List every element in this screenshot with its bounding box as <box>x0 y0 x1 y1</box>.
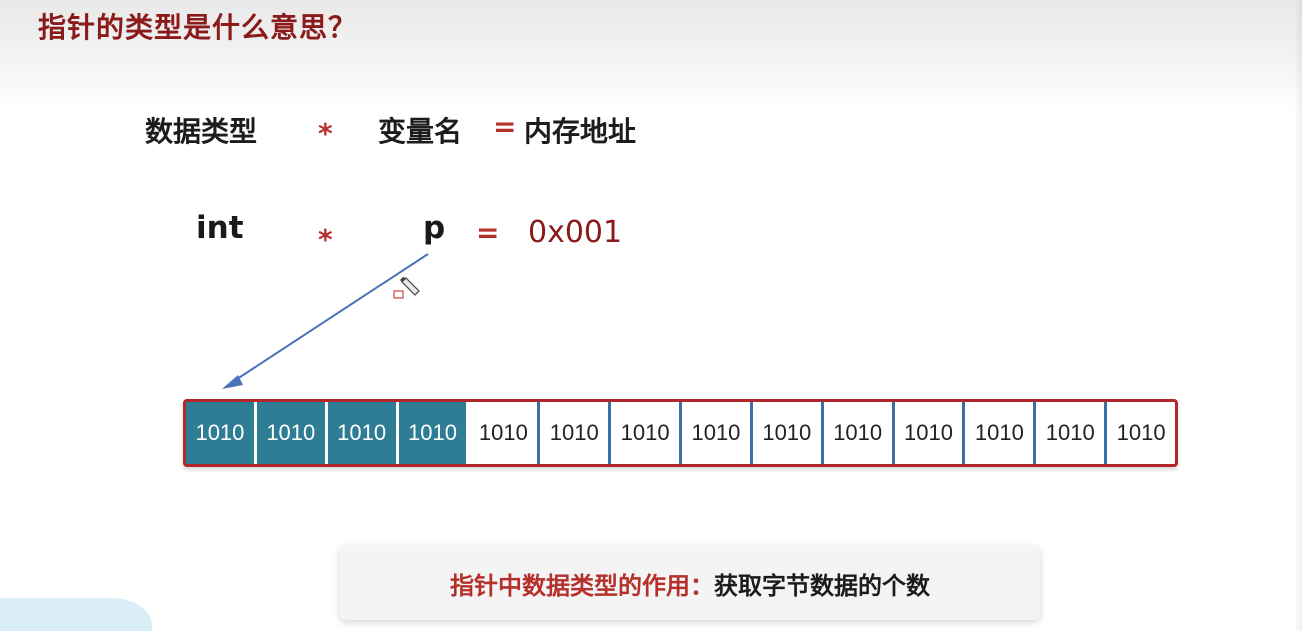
memory-bar: 1010 1010 1010 1010 1010 1010 1010 1010 1010 1010… <box>183 399 1178 467</box>
memory-cell: 1010 <box>256 402 328 464</box>
memory-cell: 1010 <box>753 402 824 464</box>
caption-box: 指针中数据类型的作用： 获取字节数据的个数 <box>340 546 1040 620</box>
memory-cell: 1010 <box>186 402 257 464</box>
memory-cell: 1010 <box>965 402 1037 464</box>
pointer-arrow <box>222 253 429 389</box>
memory-cell: 1010 <box>540 402 612 464</box>
memory-cell: 1010 <box>398 402 470 464</box>
memory-cell: 1010 <box>895 402 966 464</box>
memory-cell: 1010 <box>1116 420 1166 445</box>
memory-cell: 1010 <box>824 402 895 464</box>
caption-label: 指针中数据类型的作用： <box>450 571 714 600</box>
caption-text: 获取字节数据的个数 <box>714 571 930 600</box>
memory-cell: 1010 <box>1036 402 1108 464</box>
memory-cell: 1010 <box>682 402 753 464</box>
bottom-left-decoration <box>0 598 152 631</box>
pencil-cursor-icon <box>393 277 420 299</box>
memory-cell: 1010 <box>611 402 683 464</box>
memory-cell: 1010 <box>327 402 399 464</box>
memory-cell: 1010 <box>469 402 541 464</box>
